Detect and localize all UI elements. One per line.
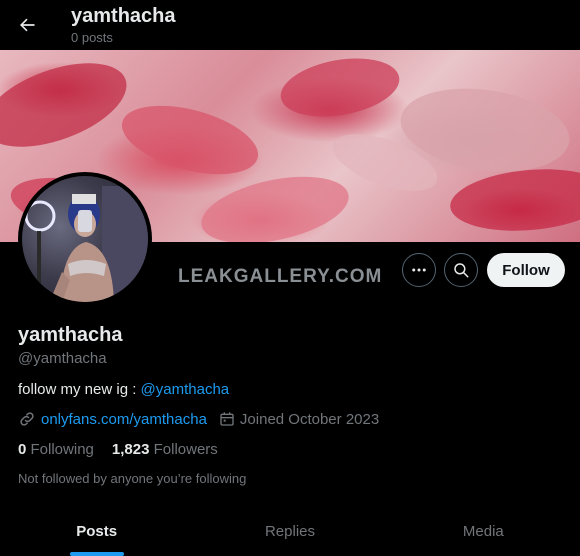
link-icon xyxy=(20,412,34,426)
search-button[interactable] xyxy=(444,253,478,287)
tab-posts[interactable]: Posts xyxy=(0,505,193,556)
search-icon xyxy=(454,263,469,278)
profile-meta: onlyfans.com/yamthacha Joined October 20… xyxy=(18,410,391,428)
followers-count: 1,823 xyxy=(111,441,150,458)
bio-mention-link[interactable]: @yamthacha xyxy=(141,381,230,398)
follow-button[interactable]: Follow xyxy=(487,253,565,287)
display-name: yamthacha xyxy=(18,324,123,346)
following-label: Following xyxy=(30,441,94,458)
website-link[interactable]: onlyfans.com/yamthacha xyxy=(41,411,207,428)
bio: follow my new ig : @yamthacha xyxy=(18,381,229,398)
joined-date: Joined October 2023 xyxy=(239,410,380,428)
page-title: yamthacha xyxy=(71,5,176,27)
follow-stats: 0 Following 1,823 Followers xyxy=(18,441,236,458)
following-count: 0 xyxy=(18,441,27,458)
back-button[interactable] xyxy=(14,12,40,38)
tab-media[interactable]: Media xyxy=(387,505,580,556)
joined-item: Joined October 2023 xyxy=(219,411,379,428)
followers-link[interactable]: 1,823 Followers xyxy=(112,441,218,458)
tab-label: Posts xyxy=(76,523,118,540)
calendar-icon xyxy=(220,412,234,426)
user-handle: @yamthacha xyxy=(18,350,107,367)
more-button[interactable] xyxy=(402,253,436,287)
tab-replies[interactable]: Replies xyxy=(193,505,386,556)
active-tab-indicator xyxy=(69,552,124,556)
arrow-left-icon xyxy=(20,18,35,32)
watermark-text: LEAKGALLERY.COM xyxy=(178,266,383,287)
tab-label: Media xyxy=(462,523,504,540)
following-link[interactable]: 0 Following xyxy=(18,441,94,458)
avatar[interactable] xyxy=(18,172,152,306)
more-horizontal-icon xyxy=(412,268,426,272)
top-bar: yamthacha 0 posts xyxy=(0,0,580,50)
bio-text: follow my new ig : xyxy=(18,381,141,398)
avatar-figure xyxy=(24,186,148,302)
tab-label: Replies xyxy=(264,523,315,540)
post-count: 0 posts xyxy=(71,30,113,45)
avatar-photo xyxy=(22,176,148,302)
website-item: onlyfans.com/yamthacha xyxy=(18,410,207,428)
followers-label: Followers xyxy=(153,441,218,458)
profile-tabs: Posts Replies Media xyxy=(0,505,580,556)
not-followed-notice: Not followed by anyone you’re following xyxy=(18,471,247,486)
